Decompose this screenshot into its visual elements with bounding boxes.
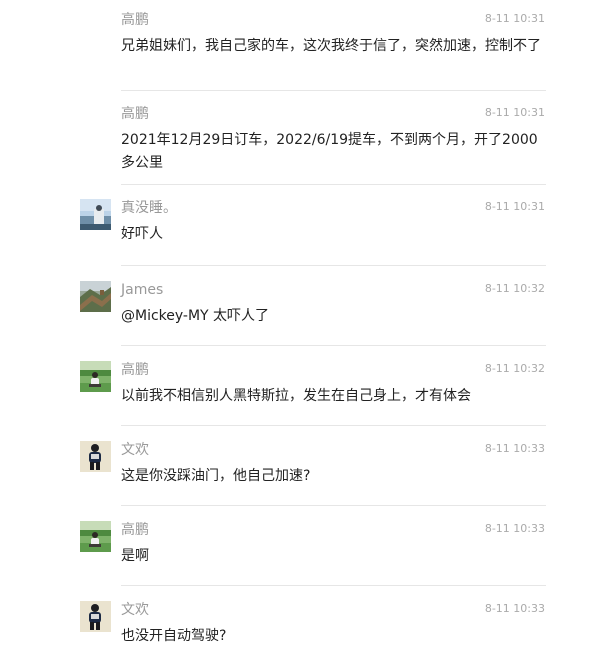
comment-username[interactable]: 高鹏 — [121, 105, 149, 123]
comment-divider — [121, 265, 546, 266]
comment-text: 好吓人 — [121, 226, 163, 242]
grass-person-avatar-icon — [80, 521, 111, 552]
great-wall-avatar-icon — [80, 281, 111, 312]
sky-lake-avatar-icon — [80, 199, 111, 230]
person-portrait-avatar-icon — [80, 441, 111, 472]
comment-timestamp: 8-11 10:33 — [484, 442, 545, 455]
comment-text: @Mickey-MY 太吓人了 — [121, 308, 270, 324]
grass-person-avatar-icon — [80, 361, 111, 392]
comment-text: 兄弟姐妹们，我自己家的车，这次我终于信了，突然加速，控制不了 — [121, 38, 541, 54]
comment-timestamp: 8-11 10:33 — [484, 602, 545, 615]
comment-item: 文欢 8-11 10:33 这是你没踩油门，他自己加速? — [80, 441, 546, 506]
comment-timestamp: 8-11 10:32 — [484, 362, 545, 375]
comment-divider — [121, 585, 546, 586]
avatar[interactable] — [80, 281, 111, 312]
comment-timestamp: 8-11 10:31 — [484, 200, 545, 213]
comment-username[interactable]: 高鹏 — [121, 521, 149, 539]
comment-text: 2021年12月29日订车，2022/6/19提车，不到两个月，开了2000多公… — [121, 132, 538, 171]
comment-username[interactable]: 高鹏 — [121, 361, 149, 379]
comment-text: 也没开自动驾驶? — [121, 628, 227, 644]
comment-username[interactable]: 文欢 — [121, 441, 149, 459]
comment-timestamp: 8-11 10:31 — [484, 12, 545, 25]
comment-username[interactable]: 真没睡。 — [121, 199, 177, 217]
comment-item: 高鹏 8-11 10:33 是啊 — [80, 521, 546, 586]
avatar[interactable] — [80, 521, 111, 552]
comment-item: 高鹏 8-11 10:31 兄弟姐妹们，我自己家的车，这次我终于信了，突然加速，… — [80, 11, 546, 91]
comment-item: 文欢 8-11 10:33 也没开自动驾驶? — [80, 601, 546, 665]
comment-divider — [121, 345, 546, 346]
comment-item: 真没睡。 8-11 10:31 好吓人 — [80, 199, 546, 266]
comment-text: 这是你没踩油门，他自己加速? — [121, 468, 311, 484]
comment-text: 以前我不相信别人黑特斯拉，发生在自己身上，才有体会 — [121, 388, 471, 404]
comment-item: 高鹏 8-11 10:31 2021年12月29日订车，2022/6/19提车，… — [80, 105, 546, 185]
comment-divider — [121, 184, 546, 185]
comment-timestamp: 8-11 10:32 — [484, 282, 545, 295]
comment-username[interactable]: James — [121, 281, 163, 299]
comment-item: 高鹏 8-11 10:32 以前我不相信别人黑特斯拉，发生在自己身上，才有体会 — [80, 361, 546, 426]
comment-divider — [121, 90, 546, 91]
comment-timestamp: 8-11 10:31 — [484, 106, 545, 119]
comment-divider — [121, 505, 546, 506]
comment-username[interactable]: 文欢 — [121, 601, 149, 619]
comment-divider — [121, 425, 546, 426]
avatar[interactable] — [80, 199, 111, 230]
avatar[interactable] — [80, 441, 111, 472]
person-portrait-avatar-icon — [80, 601, 111, 632]
avatar[interactable] — [80, 601, 111, 632]
comment-timestamp: 8-11 10:33 — [484, 522, 545, 535]
comment-item: James 8-11 10:32 @Mickey-MY 太吓人了 — [80, 281, 546, 346]
avatar[interactable] — [80, 361, 111, 392]
comment-username[interactable]: 高鹏 — [121, 11, 149, 29]
comment-text: 是啊 — [121, 548, 149, 564]
